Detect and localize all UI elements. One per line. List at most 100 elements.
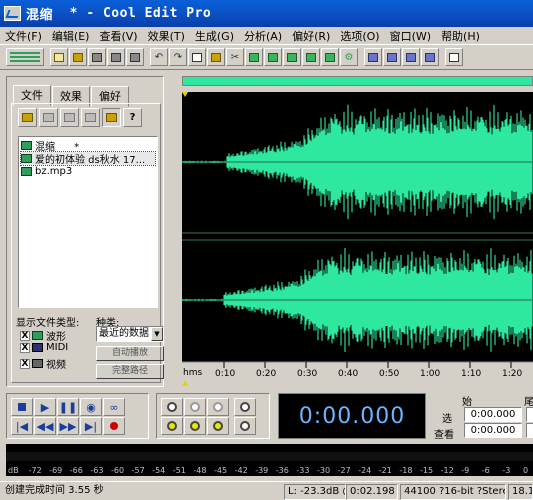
show-file-types-label: 显示文件类型: [16,318,80,329]
trim-button[interactable] [245,48,263,66]
window-layout-icon [449,52,459,62]
zoom-out-vertical-button[interactable] [234,417,256,435]
save-button[interactable] [88,48,106,66]
redo-button[interactable]: ↷ [169,48,187,66]
meter-tick-label: -18 [399,466,412,475]
view-end-field[interactable] [526,423,533,438]
meter-tick-label: -39 [255,466,268,475]
spectral-icon [368,52,378,62]
title-bar[interactable]: 混缩 * - Cool Edit Pro [0,0,533,27]
selection-end-field[interactable] [526,407,533,422]
zoom-in-vertical-button[interactable] [234,398,256,416]
paste-button[interactable] [207,48,225,66]
menu-analyze[interactable]: 分析(A) [239,28,287,44]
go-to-end-button[interactable]: ▶| [80,417,102,435]
file-name: 爱的初体验 ds秋水 17... [35,155,146,166]
stereo-icon [325,52,335,62]
menu-file[interactable]: 文件(F) [0,28,47,44]
status-bar: 创建完成时间 3.55 秒 L: -23.3dB @ 0:02.198 4410… [0,481,533,500]
selection-start-field[interactable]: 0:00.000 [464,407,522,422]
sort-dropdown[interactable]: 最近的数据 ▼ [96,326,164,342]
zoom-to-selection-button[interactable] [207,417,229,435]
zoom-controls [156,393,270,439]
overview-bar[interactable] [182,76,533,86]
skip-back-icon: |◀ [15,419,29,433]
filter-video-checkbox[interactable]: X 视频 [20,356,66,371]
convert-icon [287,52,297,62]
menu-favorites[interactable]: 偏好(R) [287,28,335,44]
meter-tick-label: -6 [482,466,490,475]
rewind-button[interactable]: ◀◀ [34,417,56,435]
play-icon: ▶ [40,400,50,414]
menu-generate[interactable]: 生成(G) [190,28,239,44]
waveform-file-icon [21,154,32,163]
close-file-panel-button[interactable] [39,108,58,127]
open-file-panel-button[interactable] [18,108,37,127]
zoom-full-button[interactable] [207,398,229,416]
folder-icon [73,52,83,62]
rewind-icon: ◀◀ [36,419,54,433]
waveform-area[interactable]: hms 0:10 0:20 0:30 0:40 0:50 1:00 1:10 1:20 [182,76,533,386]
full-path-button[interactable]: 完整路径 [96,364,164,379]
zoom-in-horizontal-button[interactable] [161,398,183,416]
cut-button[interactable]: ✂ [226,48,244,66]
window-layout-button[interactable] [445,48,463,66]
stop-button[interactable] [11,398,33,416]
file-list[interactable]: 混缩 * 爱的初体验 ds秋水 17... bz.mp3 [18,136,158,308]
filter-waveform-checkbox[interactable]: X 波形 [20,328,66,343]
insert-multitrack-button[interactable] [60,108,79,127]
pause-button[interactable]: ❚❚ [57,398,79,416]
new-file-button[interactable] [50,48,68,66]
stereo-button[interactable] [321,48,339,66]
meter-tick-label: -66 [70,466,83,475]
close-file-button[interactable] [126,48,144,66]
meter-tick-label: -45 [214,466,227,475]
insert-playlist-button[interactable] [81,108,100,127]
status-size: 18.1 [508,484,533,500]
menu-options[interactable]: 选项(O) [335,28,384,44]
list-item[interactable]: bz.mp3 [21,165,155,178]
go-to-start-button[interactable]: |◀ [11,417,33,435]
meter-tick-label: dB [8,466,19,475]
menu-help[interactable]: 帮助(H) [436,28,485,44]
selection-label: 选 [442,414,452,425]
filter-midi-checkbox[interactable]: X MIDI [20,342,68,353]
menu-view[interactable]: 查看(V) [94,28,142,44]
mono-button[interactable] [302,48,320,66]
copy-button[interactable] [188,48,206,66]
menu-edit[interactable]: 编辑(E) [47,28,95,44]
edit-file-button[interactable] [102,108,121,127]
run-script-button[interactable]: ⚙ [340,48,358,66]
undo-button[interactable]: ↶ [150,48,168,66]
waveform-view-button[interactable] [383,48,401,66]
view-start-field[interactable]: 0:00.000 [464,423,522,438]
save-as-icon [111,52,121,62]
meter-tick-label: -12 [441,466,454,475]
open-file-button[interactable] [69,48,87,66]
menu-window[interactable]: 窗口(W) [385,28,436,44]
gear-icon: ⚙ [344,51,354,63]
zoom-selection-icon [213,421,223,431]
list-item[interactable]: 爱的初体验 ds秋水 17... [20,151,156,166]
menu-effects[interactable]: 效果(T) [143,28,190,44]
frequency-button[interactable] [421,48,439,66]
play-button[interactable]: ▶ [34,398,56,416]
help-button[interactable]: ? [123,108,142,127]
spectral-view-button[interactable] [364,48,382,66]
waveform-display[interactable]: hms 0:10 0:20 0:30 0:40 0:50 1:00 1:10 1:20 [182,92,533,386]
convert-button[interactable] [283,48,301,66]
zoom-to-left-button[interactable] [161,417,183,435]
autoplay-button[interactable]: 自动播放 [96,346,164,361]
zoom-out-horizontal-button[interactable] [184,398,206,416]
grid-button[interactable] [402,48,420,66]
loop-button[interactable]: ∞ [103,398,125,416]
skip-forward-icon: ▶| [84,419,98,433]
meter-tick-label: -72 [29,466,42,475]
fast-forward-button[interactable]: ▶▶ [57,417,79,435]
zoom-to-right-button[interactable] [184,417,206,435]
mix-paste-button[interactable] [264,48,282,66]
play-to-end-button[interactable]: ◉ [80,398,102,416]
save-as-button[interactable] [107,48,125,66]
record-button[interactable] [103,417,125,435]
multitrack-toggle-button[interactable] [6,48,44,66]
